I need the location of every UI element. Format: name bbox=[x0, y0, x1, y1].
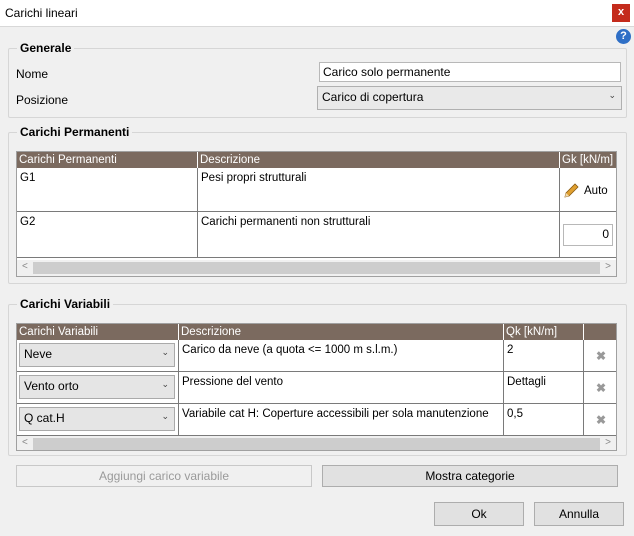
title-bar: Carichi lineari x bbox=[0, 0, 634, 27]
variabili-title: Carichi Variabili bbox=[17, 297, 114, 311]
permanenti-col-desc: Descrizione bbox=[198, 152, 560, 168]
annulla-button[interactable]: Annulla bbox=[534, 502, 624, 526]
permanenti-row-1-value[interactable]: Auto bbox=[560, 168, 616, 212]
permanenti-col-name: Carichi Permanenti bbox=[17, 152, 198, 168]
variabili-row-3-name-cell: Q cat.H ⌄ bbox=[17, 404, 179, 436]
variabili-table: Carichi Variabili Descrizione Qk [kN/m] … bbox=[16, 323, 617, 451]
variabili-row-3-select[interactable]: Q cat.H ⌄ bbox=[19, 407, 175, 431]
posizione-label: Posizione bbox=[16, 93, 69, 107]
delete-icon[interactable]: ✖ bbox=[596, 349, 606, 363]
chevron-down-icon: ⌄ bbox=[161, 411, 169, 421]
permanenti-scrollbar[interactable]: < > bbox=[17, 260, 616, 276]
delete-icon[interactable]: ✖ bbox=[596, 381, 606, 395]
mostra-categorie-button[interactable]: Mostra categorie bbox=[322, 465, 618, 487]
ok-button[interactable]: Ok bbox=[434, 502, 524, 526]
variabili-row-1-desc: Carico da neve (a quota <= 1000 m s.l.m.… bbox=[179, 340, 504, 372]
variabili-row-3-action: ✖ bbox=[584, 404, 616, 436]
scroll-thumb[interactable] bbox=[33, 262, 600, 274]
variabili-col-name: Carichi Variabili bbox=[17, 324, 179, 340]
pencil-icon bbox=[564, 183, 579, 198]
permanenti-row-2-desc: Carichi permanenti non strutturali bbox=[198, 212, 560, 258]
permanenti-table: Carichi Permanenti Descrizione Gk [kN/m]… bbox=[16, 151, 617, 277]
permanenti-title: Carichi Permanenti bbox=[17, 125, 133, 139]
chevron-down-icon: ⌄ bbox=[161, 347, 169, 357]
permanenti-row-2-value-input[interactable]: 0 bbox=[563, 224, 613, 246]
variabili-row-2-name-cell: Vento orto ⌄ bbox=[17, 372, 179, 404]
permanenti-row-2-name: G2 bbox=[17, 212, 198, 258]
scroll-left-icon[interactable]: < bbox=[22, 261, 28, 272]
variabili-col-value: Qk [kN/m] bbox=[504, 324, 584, 340]
permanenti-col-value: Gk [kN/m] bbox=[560, 152, 616, 168]
variabili-row-3-value[interactable]: 0,5 bbox=[504, 404, 584, 436]
aggiungi-carico-button[interactable]: Aggiungi carico variabile bbox=[16, 465, 312, 487]
window-title: Carichi lineari bbox=[5, 6, 78, 20]
help-icon[interactable]: ? bbox=[616, 29, 631, 44]
permanenti-row-1-name: G1 bbox=[17, 168, 198, 212]
variabili-row-2-value[interactable]: Dettagli bbox=[504, 372, 584, 404]
close-button[interactable]: x bbox=[612, 4, 630, 22]
nome-input[interactable]: Carico solo permanente bbox=[319, 62, 621, 82]
variabili-row-1-name: Neve bbox=[24, 347, 53, 361]
scroll-right-icon[interactable]: > bbox=[605, 261, 611, 272]
variabili-row-2-select[interactable]: Vento orto ⌄ bbox=[19, 375, 175, 399]
variabili-row-3-desc: Variabile cat H: Coperture accessibili p… bbox=[179, 404, 504, 436]
variabili-row-2-action: ✖ bbox=[584, 372, 616, 404]
variabili-row-3-name: Q cat.H bbox=[24, 411, 65, 425]
posizione-value: Carico di copertura bbox=[322, 90, 424, 104]
permanenti-row-1-auto: Auto bbox=[584, 185, 608, 197]
permanenti-row-2-value-cell: 0 bbox=[560, 212, 616, 258]
variabili-col-desc: Descrizione bbox=[179, 324, 504, 340]
variabili-row-2-desc: Pressione del vento bbox=[179, 372, 504, 404]
scroll-thumb[interactable] bbox=[33, 438, 600, 450]
scroll-right-icon[interactable]: > bbox=[605, 437, 611, 448]
scroll-left-icon[interactable]: < bbox=[22, 437, 28, 448]
generale-title: Generale bbox=[17, 41, 75, 55]
variabili-row-1-value[interactable]: 2 bbox=[504, 340, 584, 372]
chevron-down-icon: ⌄ bbox=[608, 90, 616, 100]
permanenti-row-1-desc: Pesi propri strutturali bbox=[198, 168, 560, 212]
variabili-col-action bbox=[584, 324, 616, 340]
delete-icon[interactable]: ✖ bbox=[596, 413, 606, 427]
variabili-row-1-action: ✖ bbox=[584, 340, 616, 372]
chevron-down-icon: ⌄ bbox=[161, 379, 169, 389]
nome-label: Nome bbox=[16, 67, 49, 81]
posizione-select[interactable]: Carico di copertura ⌄ bbox=[317, 86, 622, 110]
variabili-scrollbar[interactable]: < > bbox=[17, 436, 616, 450]
variabili-row-1-name-cell: Neve ⌄ bbox=[17, 340, 179, 372]
variabili-row-2-name: Vento orto bbox=[24, 379, 79, 393]
variabili-row-1-select[interactable]: Neve ⌄ bbox=[19, 343, 175, 367]
